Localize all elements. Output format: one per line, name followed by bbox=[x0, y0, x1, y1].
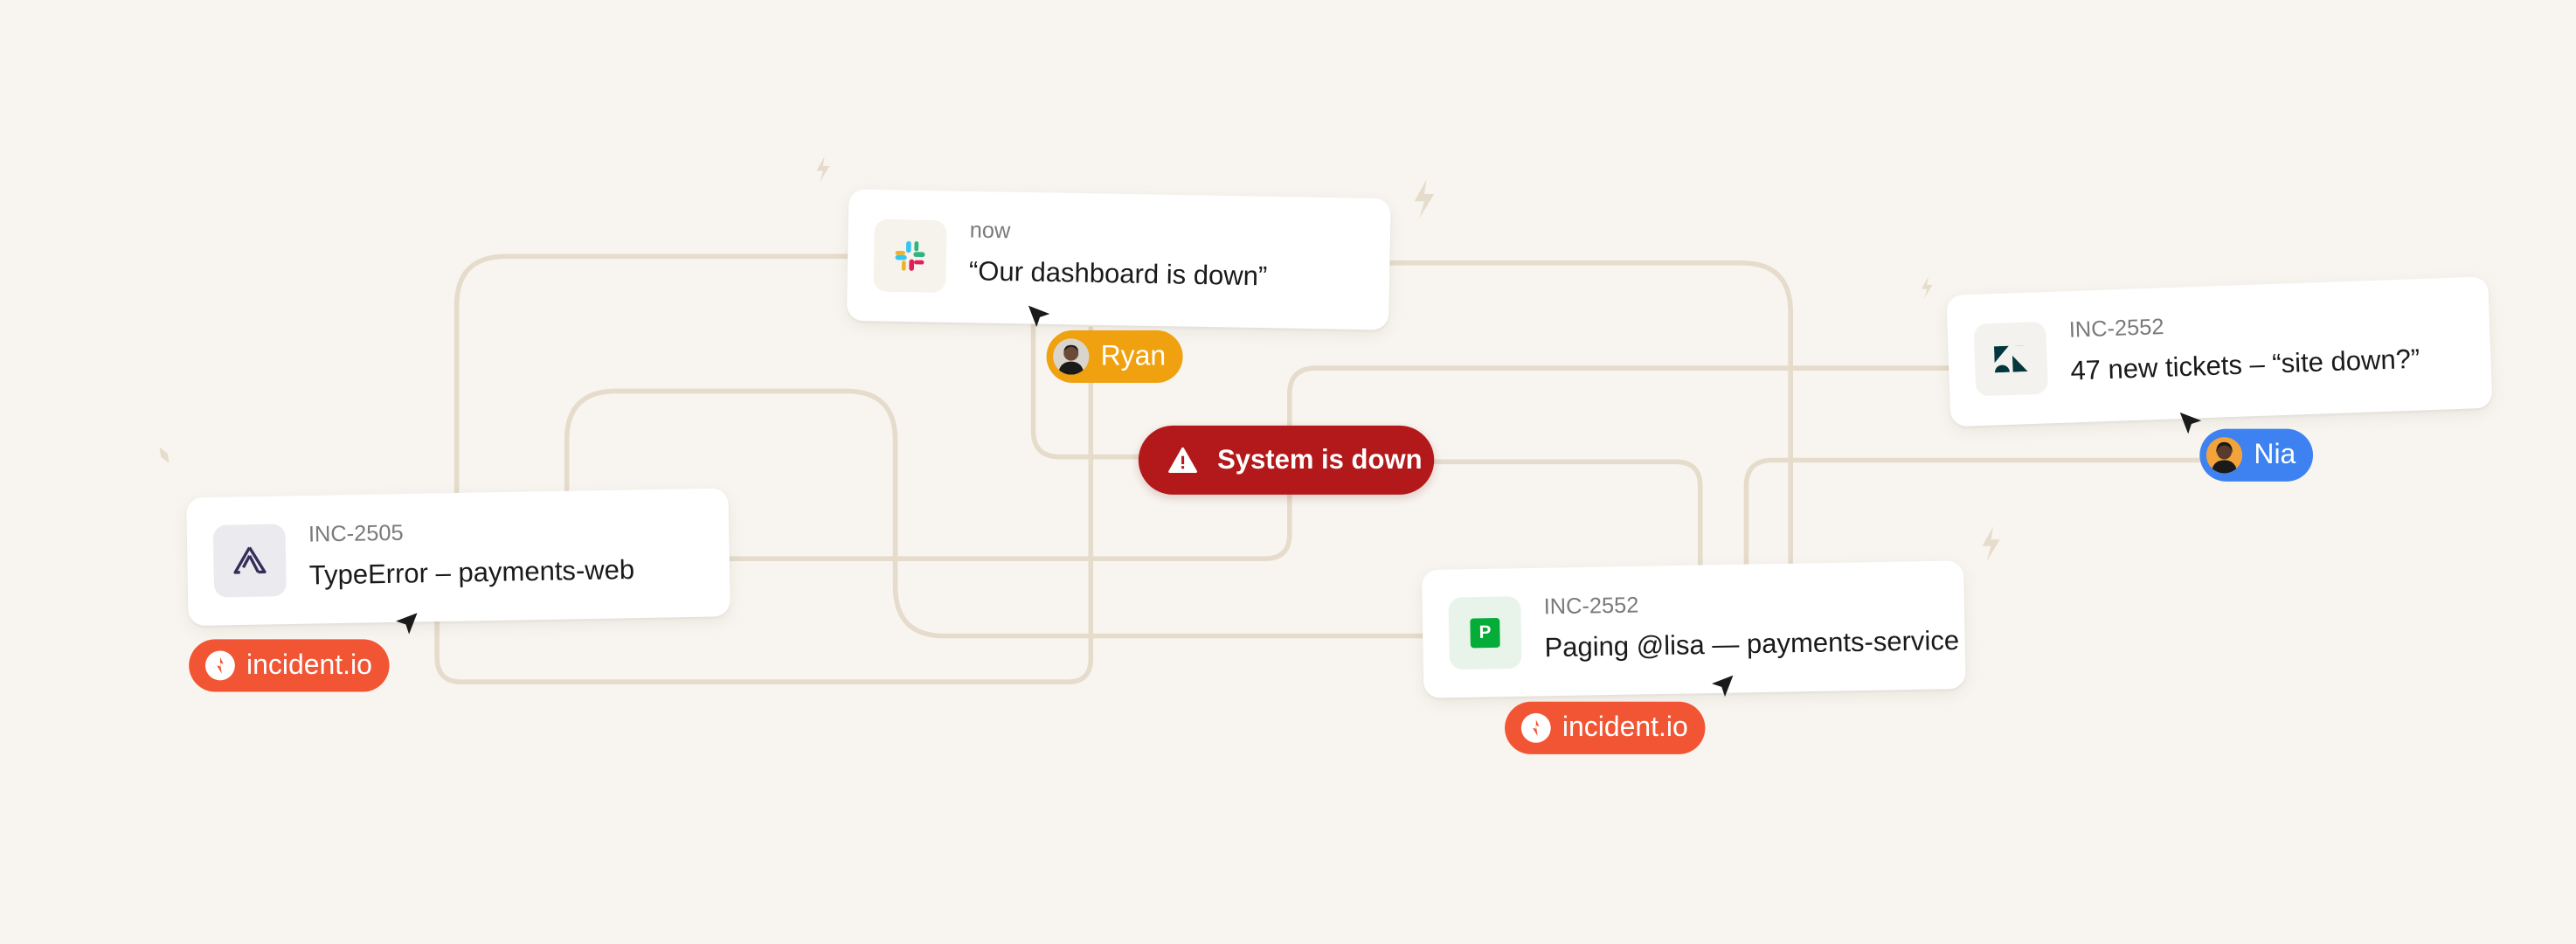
zendesk-tickets-text: 47 new tickets – “site down?” bbox=[2069, 344, 2420, 387]
sentry-error-text: TypeError – payments-web bbox=[308, 555, 635, 592]
avatar bbox=[2206, 437, 2243, 474]
alert-label: System is down bbox=[1217, 444, 1423, 475]
ryan-user-pill: Ryan bbox=[1046, 330, 1183, 384]
cursor-icon bbox=[2179, 412, 2202, 434]
nia-user-pill: Nia bbox=[2199, 428, 2313, 482]
bolt-icon bbox=[1982, 526, 2000, 562]
cursor-icon bbox=[1711, 675, 1734, 698]
bolt-icon bbox=[144, 443, 188, 470]
incident-io-pill-mid: incident.io bbox=[1505, 701, 1705, 754]
zendesk-incident-id: INC-2552 bbox=[2068, 314, 2164, 343]
incident-io-label: incident.io bbox=[1562, 711, 1688, 743]
incident-io-pill-left: incident.io bbox=[189, 639, 389, 692]
system-down-alert[interactable]: System is down bbox=[1138, 425, 1435, 495]
incident-logo-icon bbox=[1520, 712, 1551, 743]
incident-logo-icon bbox=[205, 650, 235, 681]
sentry-incident-id: INC-2505 bbox=[308, 520, 404, 547]
nia-label: Nia bbox=[2254, 438, 2296, 470]
bolt-icon bbox=[816, 156, 830, 183]
bolt-icon bbox=[1921, 276, 1933, 299]
pagerduty-incident-id: INC-2552 bbox=[1543, 592, 1639, 619]
pagerduty-card[interactable]: P INC-2552 Paging @lisa — payments-servi… bbox=[1421, 560, 1966, 698]
pagerduty-icon: P bbox=[1448, 596, 1522, 670]
zendesk-icon bbox=[1973, 321, 2049, 397]
sentry-icon bbox=[212, 524, 287, 598]
zendesk-card[interactable]: INC-2552 47 new tickets – “site down?” bbox=[1946, 276, 2493, 427]
slack-icon bbox=[873, 219, 947, 293]
canvas: now “Our dashboard is down” INC-2505 Typ… bbox=[0, 0, 2576, 924]
slack-message-text: “Our dashboard is down” bbox=[968, 257, 1268, 292]
ryan-label: Ryan bbox=[1100, 340, 1167, 371]
bolt-icon bbox=[1414, 178, 1435, 219]
avatar bbox=[1053, 338, 1090, 375]
cursor-icon bbox=[396, 613, 418, 635]
cursor-icon bbox=[1028, 305, 1050, 328]
warning-icon bbox=[1168, 447, 1198, 473]
slack-message-card[interactable]: now “Our dashboard is down” bbox=[846, 189, 1391, 330]
incident-io-label: incident.io bbox=[246, 649, 372, 681]
sentry-error-card[interactable]: INC-2505 TypeError – payments-web bbox=[186, 488, 731, 627]
slack-timestamp: now bbox=[969, 217, 1011, 243]
pagerduty-paging-text: Paging @lisa — payments-service bbox=[1544, 626, 1960, 663]
